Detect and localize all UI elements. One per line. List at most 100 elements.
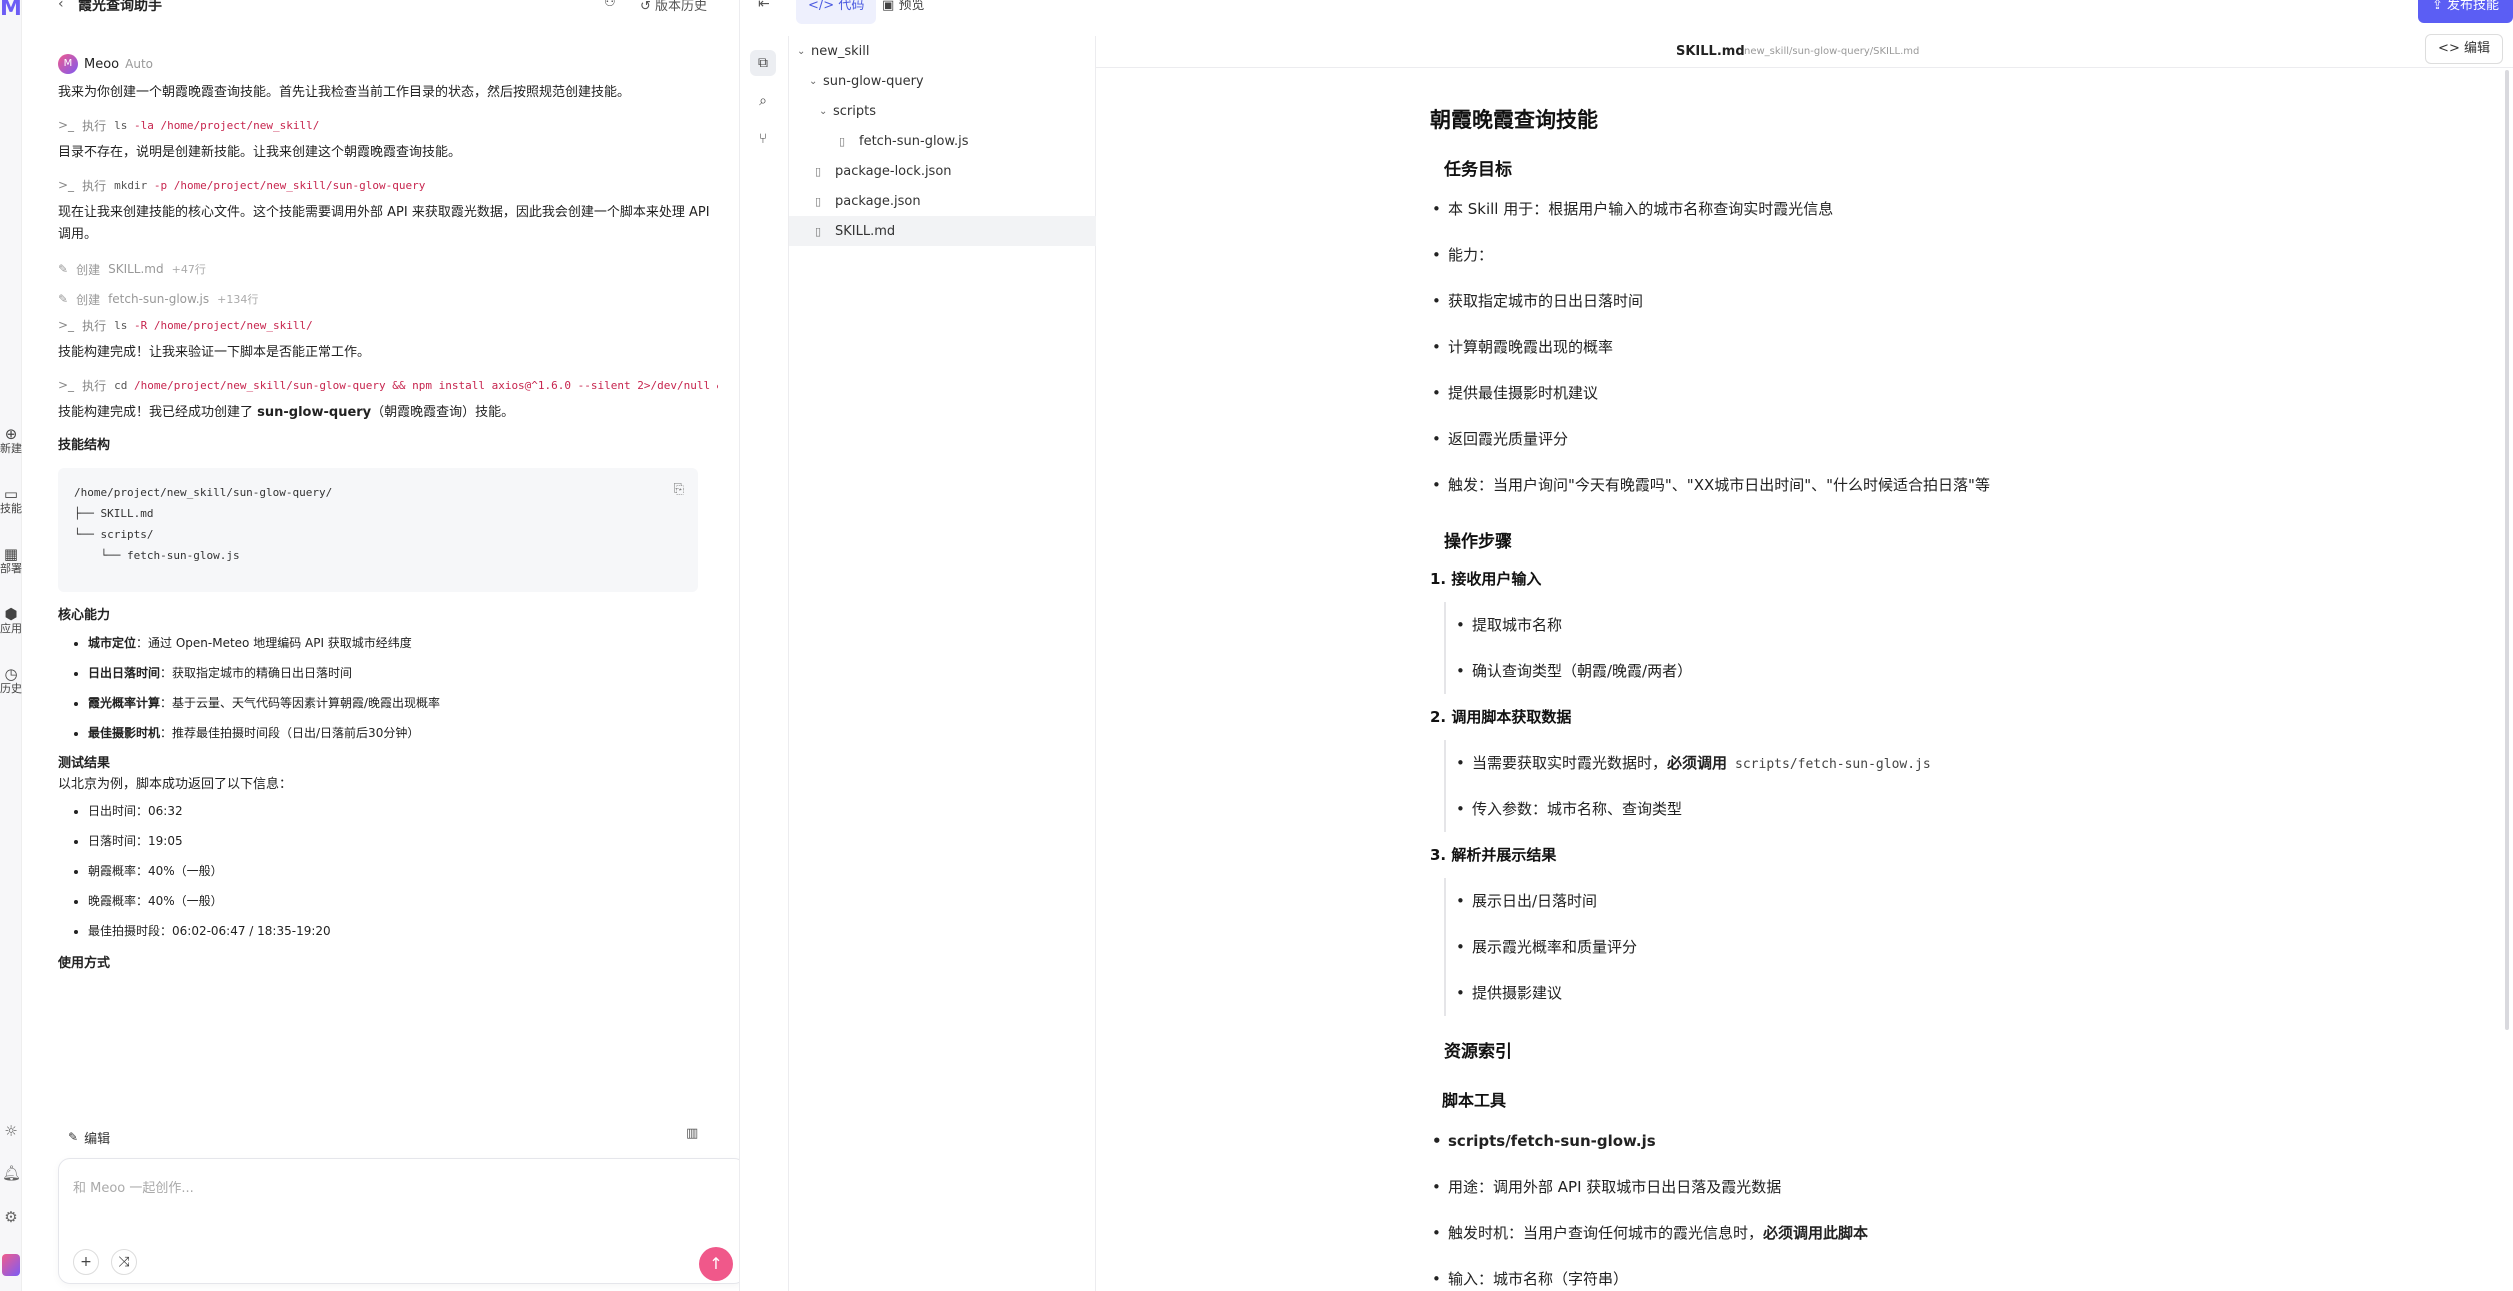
tree-item-label: SKILL.md: [835, 223, 896, 239]
file-op-name: SKILL.md: [108, 262, 164, 276]
command-label: 执行: [82, 118, 107, 133]
tree-item-package-lock[interactable]: ▯ package-lock.json: [789, 156, 1096, 186]
section-heading: 技能结构: [58, 438, 111, 453]
doc-list-item: 能力：: [1430, 244, 1493, 266]
list-item: 城市定位：通过 Open-Meteo 地理编码 API 获取城市经纬度: [88, 628, 718, 658]
rail-item-apps[interactable]: ⬢ 应用: [0, 606, 22, 635]
document-path: new_skill/sun-glow-query/SKILL.md: [1744, 46, 1920, 57]
doc-sublist-item: 展示霞光概率和质量评分: [1430, 936, 1637, 958]
shuffle-icon[interactable]: ⤨: [111, 1249, 137, 1275]
abilities-list: 城市定位：通过 Open-Meteo 地理编码 API 获取城市经纬度 日出日落…: [58, 628, 718, 748]
chart-icon[interactable]: ▥: [686, 1126, 698, 1141]
edit-document-button[interactable]: <> 编辑: [2425, 34, 2503, 64]
collapse-panel-icon[interactable]: ⇤: [758, 0, 770, 12]
wand-icon: ✎: [58, 292, 69, 306]
doc-sublist-item: 确认查询类型（朝霞/晚霞/两者）: [1430, 660, 1692, 682]
document-filename: SKILL.md: [1676, 44, 1745, 59]
search-icon[interactable]: ⌕: [750, 88, 776, 114]
rail-item-skills[interactable]: ▭ 技能: [0, 486, 22, 515]
rail-item-new[interactable]: ⊕ 新建: [0, 426, 22, 455]
file-create-step[interactable]: ✎ 创建 fetch-sun-glow.js +134行: [58, 288, 718, 310]
tab-preview[interactable]: ▣ 预览: [870, 0, 936, 24]
command-text: ls -la /home/project/new_skill/: [114, 118, 320, 132]
command-step[interactable]: >_ 执行 mkdir -p /home/project/new_skill/s…: [58, 174, 718, 196]
back-chevron-icon[interactable]: ‹: [58, 0, 64, 12]
test-list: 日出时间：06:32 日落时间：19:05 朝霞概率：40%（一般） 晚霞概率：…: [58, 796, 718, 946]
chat-panel: ‹ 霞光查询助手 ⚇ ↺ 版本历史 M Meoo Auto 我来为你创建一个朝霞…: [22, 0, 740, 1291]
command-step[interactable]: >_ 执行 cd /home/project/new_skill/sun-glo…: [58, 374, 718, 396]
edit-mode-button[interactable]: ✎ 编辑: [68, 1124, 110, 1150]
chat-composer[interactable]: 和 Meoo 一起创作... + ⤨ ↑: [58, 1158, 739, 1284]
gear-icon[interactable]: ⚙: [2, 1208, 20, 1226]
doc-list-item: 获取指定城市的日出日落时间: [1430, 290, 1643, 312]
tree-item-fetch-sun-glow[interactable]: ▯ fetch-sun-glow.js: [789, 126, 1096, 156]
edit-label: 编辑: [2463, 41, 2490, 56]
files-icon[interactable]: ⧉: [750, 50, 776, 76]
tree-item-sun-glow-query[interactable]: ⌄ sun-glow-query: [789, 66, 1096, 96]
grid-icon: ▦: [3, 545, 19, 563]
project-title[interactable]: 霞光查询助手: [78, 0, 162, 15]
terminal-icon: >_: [58, 378, 75, 392]
file-op-label: 创建: [76, 292, 101, 307]
chevron-down-icon: ⌄: [809, 75, 818, 87]
tree-item-scripts[interactable]: ⌄ scripts: [789, 96, 1096, 126]
doc-list-item: 计算朝霞晚霞出现的概率: [1430, 336, 1613, 358]
command-text: ls -R /home/project/new_skill/: [114, 318, 313, 332]
doc-list-item: 返回霞光质量评分: [1430, 428, 1568, 450]
rail-item-history[interactable]: ◷ 历史: [0, 666, 22, 695]
chat-header: ‹ 霞光查询助手 ⚇ ↺ 版本历史: [22, 0, 739, 16]
file-op-name: fetch-sun-glow.js: [108, 292, 210, 306]
send-arrow-icon[interactable]: ↑: [699, 1247, 733, 1281]
app-logo[interactable]: M: [0, 0, 22, 22]
edit-mode-label: 编辑: [84, 1131, 111, 1147]
command-step[interactable]: >_ 执行 ls -R /home/project/new_skill/: [58, 314, 718, 336]
file-op-count: +47行: [171, 263, 206, 276]
tree-item-skill-md[interactable]: ▯ SKILL.md: [789, 216, 1096, 246]
user-share-icon[interactable]: ⚇: [604, 0, 616, 10]
tab-code[interactable]: </> 代码: [796, 0, 877, 24]
theme-icon[interactable]: ☼: [2, 1122, 20, 1140]
plus-icon[interactable]: +: [73, 1249, 99, 1275]
copy-icon[interactable]: ⎘: [674, 482, 684, 497]
publish-skill-button[interactable]: ⇪ 发布技能: [2417, 0, 2513, 23]
file-create-step[interactable]: ✎ 创建 SKILL.md +47行: [58, 258, 718, 280]
tree-item-label: package-lock.json: [835, 163, 952, 179]
doc-sublist-item: 当需要获取实时霞光数据时，必须调用scripts/fetch-sun-glow.…: [1430, 752, 1931, 776]
section-heading: 使用方式: [58, 956, 111, 971]
doc-list-item: 触发：当用户询问"今天有晚霞吗"、"XX城市日出时间"、"什么时候适合拍日落"等: [1430, 474, 1990, 496]
terminal-icon: >_: [58, 178, 75, 192]
tab-label: 代码: [838, 0, 865, 13]
cube-icon: ⬢: [4, 605, 18, 623]
message-text: 目录不存在，说明是创建新技能。让我来创建这个朝霞晚霞查询技能。: [58, 145, 462, 160]
clock-icon: ◷: [4, 665, 18, 683]
version-history-button[interactable]: ↺ 版本历史: [640, 0, 707, 14]
command-label: 执行: [82, 378, 107, 393]
doc-list-item: 本 Skill 用于：根据用户输入的城市名称查询实时霞光信息: [1430, 198, 1833, 220]
doc-title: 朝霞晚霞查询技能: [1430, 108, 1598, 132]
git-branch-icon[interactable]: ⑂: [750, 126, 776, 152]
rail-item-label: 技能: [0, 502, 22, 515]
list-item: 朝霞概率：40%（一般）: [88, 856, 718, 886]
wand-icon: ✎: [68, 1130, 79, 1144]
list-item: 日出时间：06:32: [88, 796, 718, 826]
history-icon: ↺: [640, 0, 651, 14]
editor-tool-column: ⧉ ⌕ ⑂: [740, 36, 788, 1291]
code-block: /home/project/new_skill/sun-glow-query/ …: [58, 468, 698, 592]
document-header: SKILL.md new_skill/sun-glow-query/SKILL.…: [1096, 34, 2513, 68]
upload-icon: ⇪: [2431, 0, 2443, 13]
command-step[interactable]: >_ 执行 ls -la /home/project/new_skill/: [58, 114, 718, 136]
tree-item-new_skill[interactable]: ⌄ new_skill: [789, 36, 1096, 66]
rail-item-deploy[interactable]: ▦ 部署: [0, 546, 22, 575]
code-icon: <>: [2438, 41, 2460, 56]
assistant-avatar: M: [58, 54, 78, 74]
document-scrollbar[interactable]: [2505, 70, 2509, 1030]
bell-icon[interactable]: 🔔︎: [2, 1164, 21, 1182]
file-op-count: +134行: [217, 293, 259, 306]
command-label: 执行: [82, 178, 107, 193]
command-label: 执行: [82, 318, 107, 333]
chat-input[interactable]: 和 Meoo 一起创作...: [73, 1177, 194, 1196]
user-avatar[interactable]: [2, 1254, 20, 1276]
terminal-icon: >_: [58, 318, 75, 332]
doc-sublist-item: 提供摄影建议: [1430, 982, 1562, 1004]
tree-item-package-json[interactable]: ▯ package.json: [789, 186, 1096, 216]
